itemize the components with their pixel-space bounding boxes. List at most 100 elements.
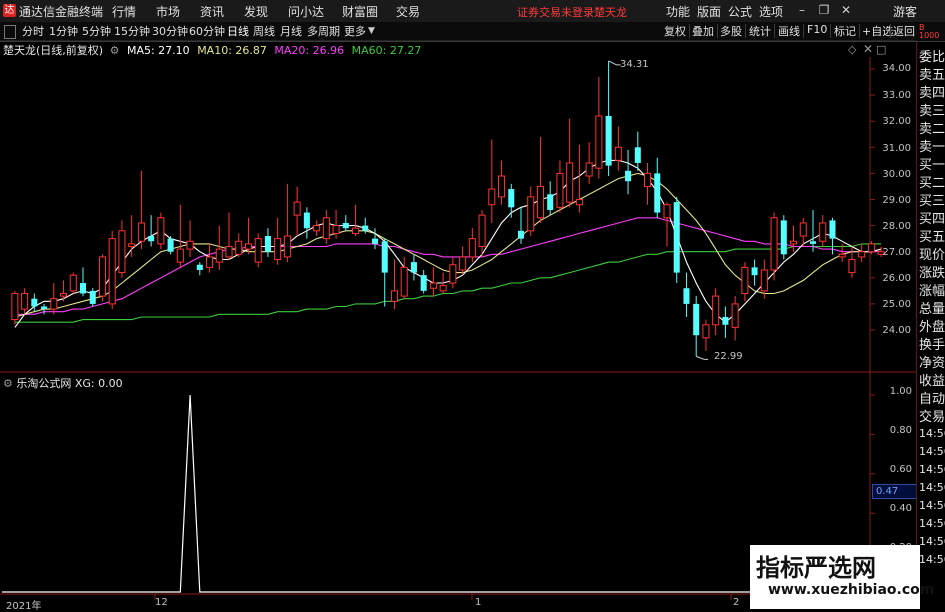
candle-down <box>693 303 700 336</box>
candle-up <box>352 227 360 234</box>
candle-down <box>167 238 174 252</box>
indicator-current-value: 0.47 <box>876 486 899 497</box>
candle-up <box>108 238 116 305</box>
tick-time: 14:56 <box>919 535 945 548</box>
candle-up <box>186 240 194 250</box>
panel-label: 卖三 <box>919 104 945 119</box>
ma10-line <box>14 172 882 318</box>
tick-time: 14:56 <box>919 445 945 458</box>
candle-up <box>848 259 856 274</box>
candle-down <box>751 267 758 276</box>
candle-down <box>517 230 525 239</box>
candle-down <box>508 189 515 208</box>
candle-up <box>595 115 603 169</box>
candle-up <box>11 292 19 321</box>
indicator-tick: 1.00 <box>889 386 912 397</box>
candle-down <box>654 173 661 213</box>
panel-label: 换手 <box>919 338 945 353</box>
ma60-line <box>14 243 882 323</box>
candle-down <box>673 202 680 273</box>
price-tick: 24.00 <box>882 325 911 336</box>
auto-trade-label[interactable]: 自动 <box>919 388 945 407</box>
candle-down <box>264 236 271 252</box>
indicator-settings-icon[interactable]: ⚙ <box>3 377 13 390</box>
date-label: 2021年 <box>6 601 42 612</box>
candle-up <box>176 248 184 263</box>
candle-up <box>819 222 827 242</box>
candle-up <box>332 225 340 234</box>
high-marker <box>608 60 621 66</box>
candle-up <box>702 324 710 339</box>
candle-up <box>235 240 243 255</box>
tick-time: 14:56 <box>919 517 945 530</box>
auto-trade-label[interactable]: 交易 <box>919 406 945 425</box>
price-tick: 34.00 <box>882 63 911 74</box>
date-label: 1 <box>475 597 482 608</box>
watermark-url: www.xuezhibiao.com <box>768 582 935 598</box>
candle-up <box>585 162 593 177</box>
candle-down <box>780 220 787 255</box>
candle-up <box>254 238 262 263</box>
buy-sell-indicator: B 1000 <box>919 23 940 40</box>
candle-up <box>137 222 145 242</box>
candle-up <box>838 253 846 258</box>
candle-up <box>614 146 622 161</box>
tick-time: 14:56 <box>919 427 945 440</box>
candle-down <box>625 170 632 182</box>
tick-time: 14:56 <box>919 499 945 512</box>
panel-label: 买四 <box>919 212 945 227</box>
candle-up <box>556 172 564 208</box>
panel-label: 涨幅 <box>919 284 945 299</box>
candle-down <box>634 147 641 163</box>
candle-up <box>21 292 29 310</box>
candle-up <box>644 172 652 187</box>
candle-up <box>575 199 583 206</box>
date-label: 12 <box>155 597 168 608</box>
chart-canvas[interactable] <box>0 0 945 609</box>
candle-down <box>41 306 48 310</box>
panel-label: 卖四 <box>919 86 945 101</box>
price-tick: 30.00 <box>882 169 911 180</box>
candle-up <box>400 266 408 297</box>
candle-up <box>283 235 291 258</box>
candle-up <box>468 238 476 258</box>
candle-up <box>98 256 106 297</box>
candle-down <box>31 298 38 307</box>
candle-up <box>527 196 535 232</box>
panel-label: 净资 <box>919 356 945 371</box>
panel-label: 外盘 <box>919 320 945 335</box>
candle-up <box>712 295 720 326</box>
candle-down <box>809 241 817 244</box>
candle-up <box>858 251 866 258</box>
indicator-title: ⚙ 乐淘公式网 XG: 0.00 <box>3 375 123 391</box>
tick-time: 14:56 <box>919 463 945 476</box>
price-tick: 31.00 <box>882 143 911 154</box>
candle-up <box>225 245 233 258</box>
panel-label: 委比 <box>919 50 945 65</box>
candle-up <box>206 256 214 268</box>
low-price-label: 22.99 <box>714 351 743 362</box>
panel-label: 卖一 <box>919 140 945 155</box>
candle-up <box>566 162 574 203</box>
candle-down <box>410 262 417 273</box>
indicator-tick: 0.60 <box>889 464 912 475</box>
candle-up <box>459 256 467 271</box>
candle-down <box>362 225 369 231</box>
candle-up <box>157 217 165 245</box>
panel-label: 买五 <box>919 230 945 245</box>
price-tick: 28.00 <box>882 221 911 232</box>
candle-up <box>274 238 282 261</box>
candle-up <box>663 204 671 219</box>
watermark-title: 指标严选网 <box>756 554 876 582</box>
candle-up <box>439 285 447 292</box>
candle-down <box>381 241 388 273</box>
candle-up <box>60 292 68 297</box>
candle-down <box>547 194 554 210</box>
ma5-line <box>14 159 882 328</box>
candle-down <box>79 283 87 294</box>
panel-label: 收益 <box>919 374 945 389</box>
candle-up <box>118 230 126 274</box>
candle-down <box>371 238 379 244</box>
panel-label: 买二 <box>919 176 945 191</box>
candle-up <box>50 298 58 310</box>
